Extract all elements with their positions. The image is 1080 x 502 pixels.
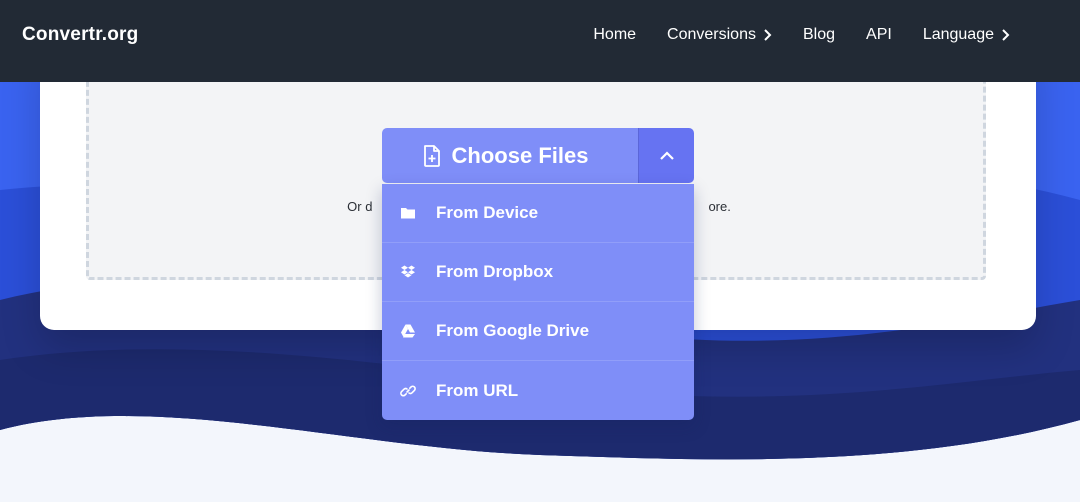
menu-item-from-google-drive[interactable]: From Google Drive [382,302,694,361]
top-navbar: Convertr.org Home Conversions Blog API L… [0,0,1080,82]
choose-files-group: Choose Files [382,128,694,183]
nav-language-label: Language [922,26,994,43]
chevron-right-icon [764,29,772,41]
menu-item-label: From Device [436,203,539,222]
menu-item-label: From Google Drive [436,321,590,340]
choose-files-label: Choose Files [451,142,589,168]
upload-source-menu: From Device From Dropbox From Google Dri… [382,184,694,420]
nav-language[interactable]: Language [923,26,1010,44]
nav-conversions[interactable]: Conversions [667,26,772,44]
nav-blog[interactable]: Blog [803,26,835,44]
choose-files-button[interactable]: Choose Files [382,128,638,183]
nav-conversions-label: Conversions [667,26,756,43]
nav-menu: Home Conversions Blog API Language [593,0,1010,70]
nav-blog-label: Blog [802,26,836,43]
nav-api[interactable]: API [866,26,892,44]
drop-hint-left: Or d [347,199,373,214]
menu-item-from-device[interactable]: From Device [382,184,694,243]
dropbox-icon [399,263,417,281]
drop-hint-right: ore. [708,199,731,214]
menu-item-from-dropbox[interactable]: From Dropbox [382,243,694,302]
nav-home[interactable]: Home [593,26,636,44]
google-drive-icon [399,322,417,340]
nav-home-label: Home [593,26,637,43]
file-plus-icon [423,144,440,167]
menu-item-label: From URL [436,380,519,400]
chevron-up-icon [659,150,674,160]
link-icon [399,382,417,400]
nav-api-label: API [866,26,892,43]
folder-icon [399,204,417,222]
menu-item-from-url[interactable]: From URL [382,361,694,420]
chevron-right-icon [1002,29,1010,41]
menu-item-label: From Dropbox [436,262,554,281]
dropdown-toggle-button[interactable] [638,128,694,183]
brand-logo[interactable]: Convertr.org [22,24,138,46]
